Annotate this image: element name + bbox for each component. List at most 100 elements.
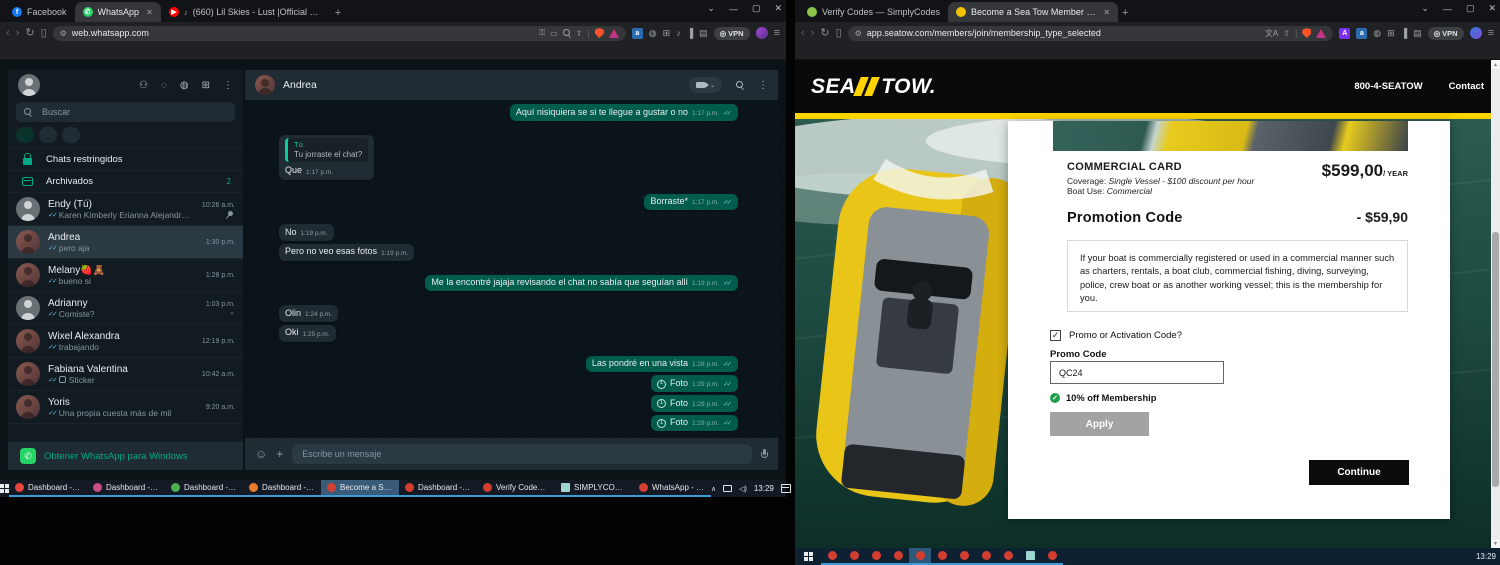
clock[interactable]: 13:29 [754, 484, 774, 493]
search-in-chat-icon[interactable] [736, 81, 744, 89]
address-bar[interactable]: ⚙ web.whatsapp.com ⚿ ▭ ⇧ | [52, 25, 626, 41]
scrollbar-thumb[interactable] [1492, 232, 1499, 487]
bookmark-favicon[interactable] [847, 46, 858, 57]
vpn-button[interactable]: ◎ VPN [1427, 26, 1464, 40]
taskbar-item[interactable] [997, 548, 1019, 565]
address-bar[interactable]: ⚙ app.seatow.com/members/join/membership… [847, 25, 1334, 41]
page-scrollbar[interactable]: ▲ ▼ [1491, 60, 1500, 548]
taskbar-item[interactable]: Dashboard - Br... [243, 480, 321, 497]
download-banner[interactable]: ✆ Obtener WhatsApp para Windows [8, 442, 243, 470]
volume-icon[interactable]: ◁) [739, 485, 747, 493]
taskbar-item[interactable] [953, 548, 975, 565]
contact-link[interactable]: Contact [1449, 81, 1484, 92]
browser-tab[interactable]: Verify Codes — SimplyCodes ✕ [799, 2, 948, 22]
chat-list-item[interactable]: Wixel Alexandra ✓✓ trabajando 12:19 p.m. [8, 325, 243, 358]
video-call-button[interactable]: ⌄ [688, 77, 722, 93]
taskbar-item[interactable]: Dashboard - Br... [9, 480, 87, 497]
conversation-header[interactable]: Andrea ⌄ ⋮ [245, 70, 778, 100]
new-tab-button[interactable]: + [1122, 7, 1128, 19]
continue-button[interactable]: Continue [1309, 460, 1409, 485]
maximize-button[interactable]: ▢ [752, 3, 761, 14]
share-icon[interactable]: ⇧ [1283, 29, 1290, 38]
taskbar-item[interactable] [821, 548, 843, 565]
music-extension-icon[interactable]: ♪ [676, 28, 681, 38]
taskbar-item[interactable]: Dashboard - Br... [165, 480, 243, 497]
ghost-extension-icon[interactable]: ◍ [1373, 28, 1381, 39]
bookmark-icon[interactable]: ▯ [836, 27, 842, 39]
chat-list-item[interactable]: Adrianny ✓✓ Comiste? 1:03 p.m. ⌄ [8, 292, 243, 325]
search-input[interactable] [40, 106, 227, 118]
zoom-icon[interactable] [562, 29, 571, 37]
bookmark-favicon[interactable] [931, 46, 942, 57]
menu-icon[interactable]: ≡ [774, 27, 780, 39]
sidebar-menu-icon[interactable]: ⋮ [223, 80, 233, 91]
filter-pill[interactable] [16, 127, 34, 143]
taskbar-item[interactable] [975, 548, 997, 565]
tab-search-icon[interactable]: ⌄ [707, 3, 715, 14]
phone-link[interactable]: 800-4-SEATOW [1354, 81, 1422, 92]
minimize-button[interactable]: — [1443, 4, 1452, 14]
profile-avatar[interactable] [1469, 27, 1482, 39]
taskbar-item[interactable] [909, 548, 931, 565]
chat-message[interactable]: Pero no veo esas fotos 1:19 p.m. [279, 243, 415, 261]
forward-icon[interactable]: › [16, 27, 20, 39]
clock[interactable]: 13:29 [1476, 552, 1496, 561]
promo-code-input[interactable] [1050, 361, 1224, 384]
chat-message[interactable]: Aquí nisiquiera se si te llegue a gustar… [509, 104, 738, 121]
chat-list-item[interactable]: Andrea ✓✓ pero aja 1:30 p.m. [8, 226, 243, 259]
menu-icon[interactable]: ≡ [1488, 27, 1494, 39]
taskbar-item[interactable] [887, 548, 909, 565]
chat-message[interactable]: No 1:19 p.m. [279, 224, 334, 241]
mic-icon[interactable] [761, 448, 768, 460]
message-input[interactable] [292, 444, 752, 464]
wallet-icon[interactable]: ▤ [1413, 28, 1422, 39]
wallet-icon[interactable]: ▤ [699, 28, 708, 39]
bookmark-favicon[interactable] [94, 46, 105, 57]
tab-search-icon[interactable]: ⌄ [1421, 3, 1429, 14]
bookmark-favicon[interactable] [973, 46, 984, 57]
chat-message[interactable]: Tú Tu jorraste el chat? Que 1:17 p.m. [279, 134, 375, 180]
scroll-up-icon[interactable]: ▲ [1491, 60, 1500, 69]
quoted-message[interactable]: Tú Tu jorraste el chat? [285, 138, 369, 163]
bookmark-favicon[interactable] [1036, 46, 1047, 57]
rewards-triangle-icon[interactable] [608, 28, 619, 38]
conversation-menu-icon[interactable]: ⋮ [758, 80, 768, 91]
chat-list-item[interactable]: Endy (Tú) ✓✓ Karen Kimberly Erianna Alej… [8, 193, 243, 226]
bookmark-icon[interactable]: ▯ [41, 27, 47, 39]
taskbar-item[interactable]: Verify Codes ... [477, 480, 555, 497]
bookmark-favicon[interactable] [31, 46, 42, 57]
reload-icon[interactable]: ↻ [25, 27, 34, 39]
taskbar-item[interactable] [1041, 548, 1063, 565]
taskbar-item[interactable]: WhatsApp - Br... [633, 480, 711, 497]
bookmark-favicon[interactable] [1015, 46, 1026, 57]
contact-avatar[interactable] [255, 75, 275, 95]
status-icon[interactable]: ◌ [161, 80, 167, 91]
scroll-down-icon[interactable]: ▼ [1491, 539, 1500, 548]
reload-icon[interactable]: ↻ [820, 27, 829, 39]
chat-message[interactable]: Oki 1:25 p.m. [279, 324, 336, 342]
reading-mode-icon[interactable]: ▭ [550, 29, 558, 38]
start-button[interactable] [0, 480, 9, 497]
password-key-icon[interactable]: ⚿ [539, 28, 545, 38]
site-settings-icon[interactable]: ⚙ [855, 29, 862, 38]
action-center-icon[interactable] [780, 484, 791, 493]
forward-icon[interactable]: › [811, 27, 815, 39]
bookmark-favicon[interactable] [994, 46, 1005, 57]
translate-extension-icon[interactable]: a [1356, 27, 1368, 39]
taskbar-item[interactable]: Become a Sea ... [321, 480, 399, 497]
chat-message[interactable]: 1 Foto 1:29 p.m. ✓✓ [650, 395, 738, 412]
back-icon[interactable]: ‹ [801, 27, 805, 39]
puzzle-extension-icon[interactable]: ⊞ [663, 28, 671, 39]
sidebar-icon[interactable]: ▐ [1401, 28, 1407, 38]
emoji-icon[interactable]: ☺ [255, 447, 267, 461]
browser-tab[interactable]: Become a Sea Tow Member | Se... ✕ [948, 2, 1119, 22]
special-chat-row[interactable]: Archivados 2 [8, 171, 243, 193]
a-extension-icon[interactable]: A [1339, 27, 1351, 39]
taskbar-item[interactable] [931, 548, 953, 565]
chat-message[interactable]: Olin 1:24 p.m. [279, 305, 339, 322]
bookmark-favicon[interactable] [73, 46, 84, 57]
maximize-button[interactable]: ▢ [1466, 3, 1475, 14]
chat-message[interactable]: Me la encontré jajaja revisando el chat … [425, 274, 738, 292]
filter-pill[interactable] [39, 127, 57, 143]
taskbar-item[interactable]: Dashboard - Br... [87, 480, 165, 497]
